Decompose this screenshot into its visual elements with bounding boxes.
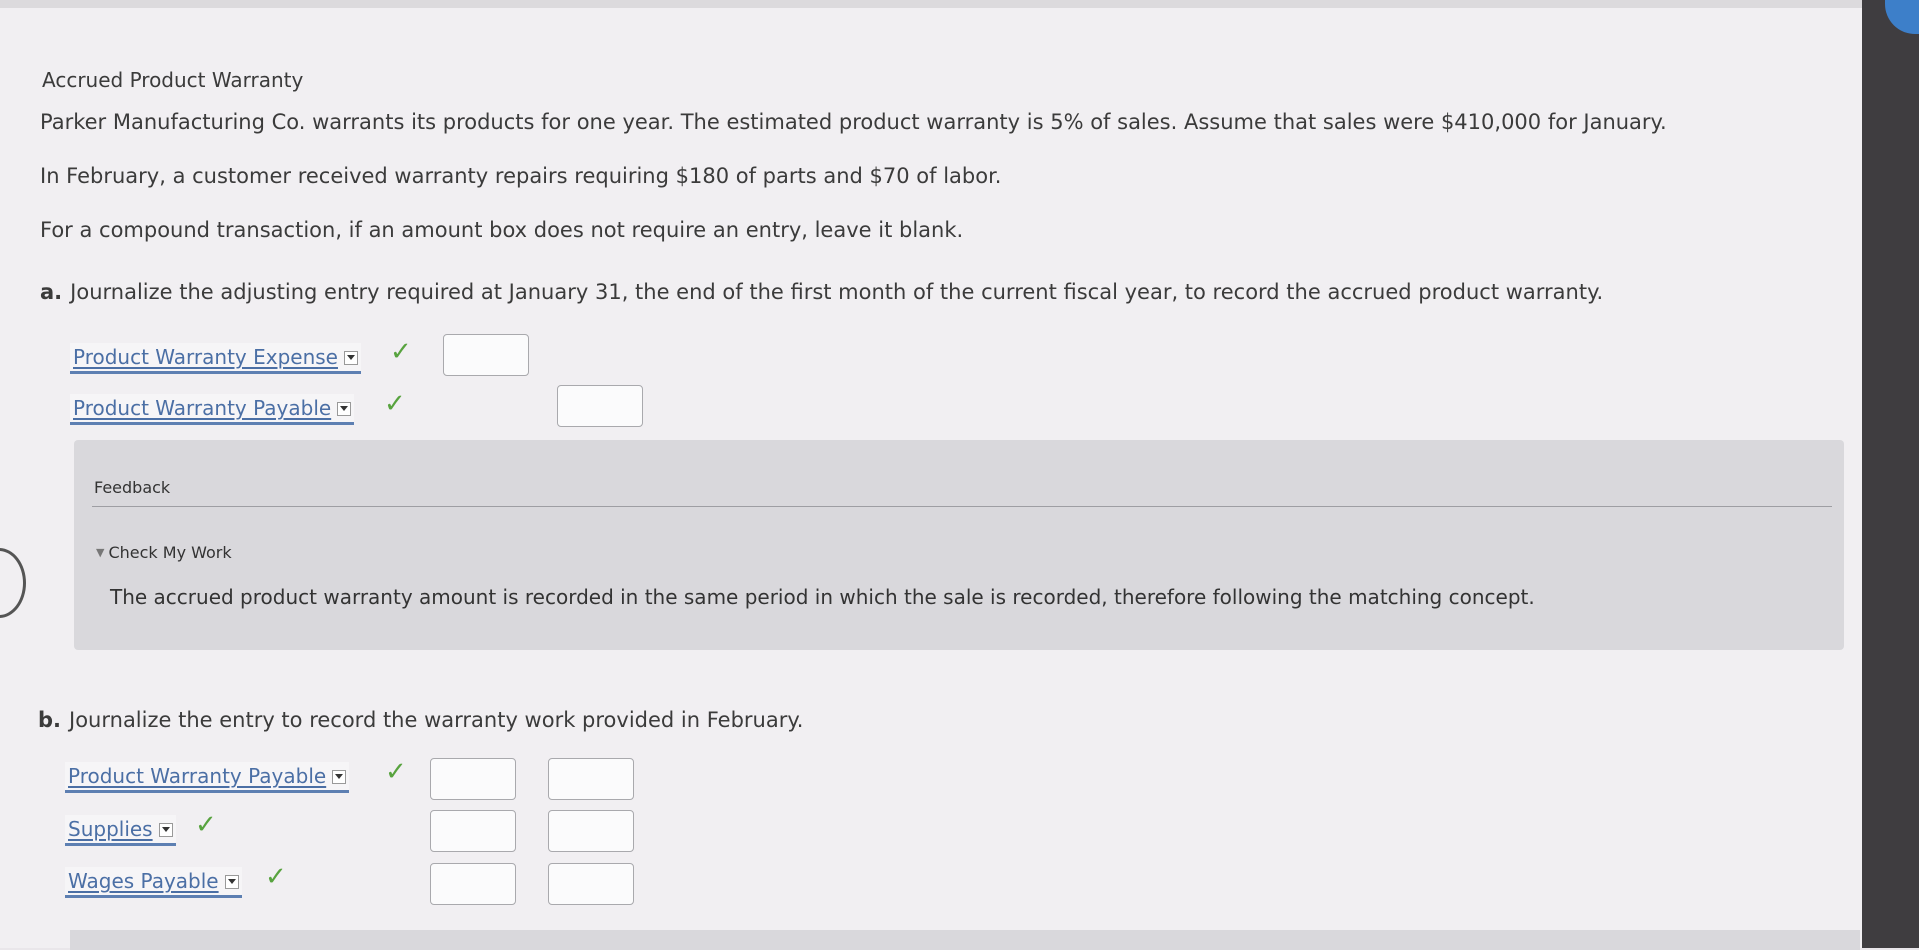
account-select-b2[interactable]: Supplies: [65, 815, 176, 846]
account-select-b1-label: Product Warranty Payable: [68, 764, 327, 788]
account-select-a2-label: Product Warranty Payable: [73, 396, 332, 420]
debit-input-a1[interactable]: [443, 334, 529, 376]
problem-text-2: In February, a customer received warrant…: [40, 164, 1002, 188]
credit-input-b3[interactable]: [548, 863, 634, 905]
feedback-divider: [92, 506, 1832, 507]
instruction-text: For a compound transaction, if an amount…: [40, 218, 964, 242]
account-select-a2[interactable]: Product Warranty Payable: [70, 394, 355, 425]
part-b-question: b. Journalize the entry to record the war…: [38, 708, 803, 732]
feedback-panel: Feedback ▼ Check My Work The accrued pro…: [74, 440, 1844, 650]
part-a-question: a. Journalize the adjusting entry require…: [40, 280, 1603, 304]
problem-title: Accrued Product Warranty: [42, 68, 304, 92]
part-a-question-text: Journalize the adjusting entry required …: [70, 280, 1604, 304]
check-my-work-toggle[interactable]: ▼ Check My Work: [96, 543, 232, 562]
part-b-question-text: Journalize the entry to record the warra…: [69, 708, 804, 732]
debit-input-b3[interactable]: [430, 863, 516, 905]
page: Accrued Product Warranty Parker Manufact…: [0, 0, 1862, 950]
chevron-down-icon: [337, 402, 352, 416]
account-select-a1-label: Product Warranty Expense: [73, 345, 338, 369]
account-select-b2-label: Supplies: [68, 817, 153, 841]
feedback-title: Feedback: [94, 478, 171, 497]
chevron-down-icon: [332, 770, 347, 784]
side-nav-handle[interactable]: [0, 548, 26, 618]
account-select-b1[interactable]: Product Warranty Payable: [65, 762, 350, 793]
part-a-label: a.: [40, 280, 63, 304]
debit-input-b1[interactable]: [430, 758, 516, 800]
triangle-down-icon: ▼: [96, 546, 105, 559]
corner-indicator: [1885, 0, 1919, 34]
account-select-b3[interactable]: Wages Payable: [65, 867, 242, 898]
check-icon: ✓: [385, 757, 407, 787]
problem-text-1: Parker Manufacturing Co. warrants its pr…: [40, 110, 1667, 134]
part-b-label: b.: [38, 708, 62, 732]
chevron-down-icon: [224, 875, 239, 889]
check-my-work-label: Check My Work: [108, 543, 232, 562]
chevron-down-icon: [343, 351, 358, 365]
check-icon: ✓: [384, 389, 406, 419]
credit-input-a2[interactable]: [557, 385, 643, 427]
next-feedback-panel: [70, 930, 1860, 950]
debit-input-b2[interactable]: [430, 810, 516, 852]
check-icon: ✓: [195, 810, 217, 840]
account-select-a1[interactable]: Product Warranty Expense: [70, 343, 361, 374]
window-edge: [1862, 0, 1919, 948]
feedback-text: The accrued product warranty amount is r…: [110, 585, 1535, 609]
check-icon: ✓: [265, 862, 287, 892]
credit-input-b2[interactable]: [548, 810, 634, 852]
chevron-down-icon: [158, 823, 173, 837]
check-icon: ✓: [390, 337, 412, 367]
credit-input-b1[interactable]: [548, 758, 634, 800]
account-select-b3-label: Wages Payable: [68, 869, 219, 893]
top-bar: [0, 0, 1862, 8]
